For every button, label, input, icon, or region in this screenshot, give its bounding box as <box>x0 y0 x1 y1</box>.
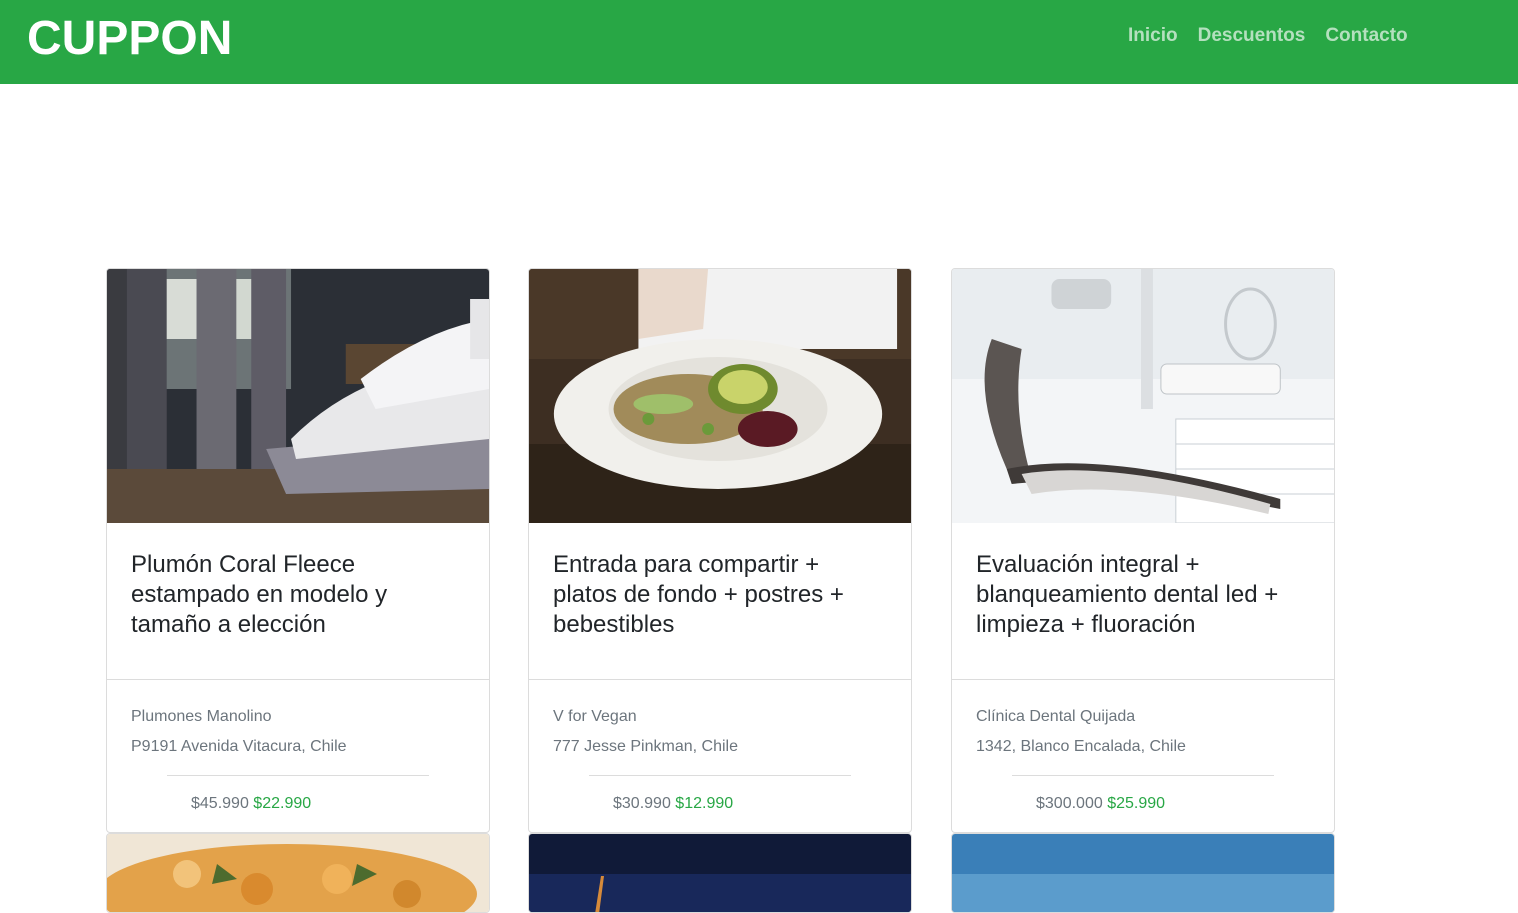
deal-image-food[interactable] <box>107 834 490 913</box>
divider <box>1012 775 1274 776</box>
deal-card[interactable]: Evaluación integral + blanqueamiento den… <box>951 268 1335 833</box>
deal-card-body: Plumón Coral Fleece estampado en modelo … <box>107 523 489 680</box>
nav-link-descuentos[interactable]: Descuentos <box>1198 24 1306 48</box>
deal-prices: $300.000 $25.990 <box>976 795 1310 813</box>
price-new: $12.990 <box>675 795 734 812</box>
deal-title[interactable]: Plumón Coral Fleece estampado en modelo … <box>131 550 465 640</box>
deal-image-dental-chair[interactable] <box>952 269 1334 523</box>
navbar: CUPPON Inicio Descuentos Contacto <box>0 0 1518 84</box>
deal-address: P9191 Avenida Vitacura, Chile <box>131 738 347 755</box>
nav-link-contacto[interactable]: Contacto <box>1325 24 1407 48</box>
deal-card-footer: Plumones Manolino P9191 Avenida Vitacura… <box>107 680 489 832</box>
deal-card[interactable]: Plumón Coral Fleece estampado en modelo … <box>106 268 490 833</box>
price-old: $30.990 <box>613 795 671 812</box>
deal-card[interactable] <box>951 833 1335 913</box>
deal-card[interactable] <box>106 833 490 913</box>
deal-merchant: Plumones Manolino <box>131 708 272 725</box>
deal-image-bedroom[interactable] <box>107 269 489 523</box>
divider <box>167 775 429 776</box>
deal-image-vegan-bowl[interactable] <box>529 269 911 523</box>
brand-logo[interactable]: CUPPON <box>27 12 232 66</box>
deal-card[interactable] <box>528 833 912 913</box>
deal-address: 1342, Blanco Encalada, Chile <box>976 738 1186 755</box>
deal-merchant: Clínica Dental Quijada <box>976 708 1136 725</box>
deal-image-blue-sky[interactable] <box>952 834 1335 913</box>
deal-card[interactable]: Entrada para compartir + platos de fondo… <box>528 268 912 833</box>
deal-card-body: Evaluación integral + blanqueamiento den… <box>952 523 1334 680</box>
price-old: $45.990 <box>191 795 249 812</box>
nav-links: Inicio Descuentos Contacto <box>1128 24 1408 48</box>
deal-prices: $45.990 $22.990 <box>131 795 465 813</box>
nav-link-inicio[interactable]: Inicio <box>1128 24 1178 48</box>
deal-title[interactable]: Entrada para compartir + platos de fondo… <box>553 550 887 640</box>
deal-address: 777 Jesse Pinkman, Chile <box>553 738 738 755</box>
deal-merchant: V for Vegan <box>553 708 637 725</box>
deal-card-footer: V for Vegan 777 Jesse Pinkman, Chile $30… <box>529 680 911 832</box>
deal-image-night-sky[interactable] <box>529 834 912 913</box>
divider <box>589 775 851 776</box>
deal-card-body: Entrada para compartir + platos de fondo… <box>529 523 911 680</box>
deal-card-footer: Clínica Dental Quijada 1342, Blanco Enca… <box>952 680 1334 832</box>
deal-title[interactable]: Evaluación integral + blanqueamiento den… <box>976 550 1310 640</box>
price-old: $300.000 <box>1036 795 1103 812</box>
price-new: $25.990 <box>1107 795 1166 812</box>
deal-prices: $30.990 $12.990 <box>553 795 887 813</box>
price-new: $22.990 <box>253 795 312 812</box>
